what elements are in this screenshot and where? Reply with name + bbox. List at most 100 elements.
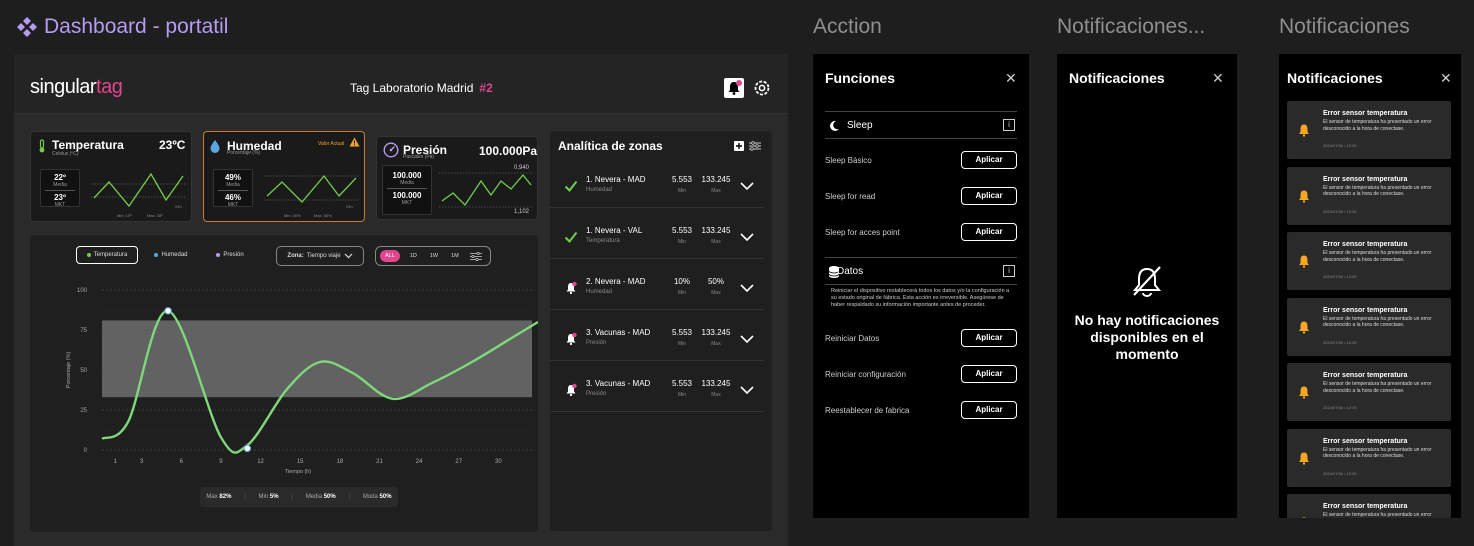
temperature-stats-box: 22º Media 23º MKT [40,169,80,208]
range-1w-button[interactable]: 1W [430,253,438,259]
notifications-list-panel: Notificaciones ✕ Error sensor temperatur… [1279,54,1461,518]
temperature-value: 23ºC [159,138,186,152]
notification-date: 2024/07/06 • 12:00 [1323,339,1357,345]
chevron-down-icon[interactable] [740,181,754,191]
zone-name: 3. Vacunas - MAD [586,379,651,388]
y-tick-label: 75 [80,328,87,334]
function-row: Reiniciar configuración Aplicar [825,365,1017,385]
notification-item[interactable]: Error sensor temperatura El sensor de tem… [1287,363,1451,421]
zone-row[interactable]: 1. Nevera - VAL Temperatura 5.553 Min 133.24… [550,208,764,259]
gauge-icon [383,142,399,158]
close-icon[interactable]: ✕ [1005,70,1017,87]
dashboard-frame: singulartag Tag Laboratorio Madrid #2 Tem… [14,54,788,546]
temperature-unit: Celsius (ºC) [52,151,79,157]
notification-item[interactable]: Error sensor temperatura El sensor de tem… [1287,166,1451,225]
chevron-down-icon[interactable] [740,283,754,293]
humidity-min-label: Min: 40% [284,213,301,218]
zone-row[interactable]: 1. Nevera - MAD Humedad 5.553 Min 133.245 Max [550,157,764,208]
gear-icon[interactable] [752,78,772,98]
zone-max-label: Max [711,239,721,245]
chevron-down-icon[interactable] [740,385,754,395]
notification-item[interactable]: Error sensor temperatura El sensor de tem… [1287,101,1451,159]
bell-icon [1302,517,1306,518]
pressure-stats-box: 100.000 Media 100.000 MKT [382,165,432,215]
top-bar: singulartag Tag Laboratorio Madrid #2 [14,54,788,114]
notification-item[interactable]: Error sensor temperatura El sensor de tem… [1287,428,1451,487]
zone-name: 1. Nevera - VAL [586,226,643,235]
notification-date: 2024/07/06 • 12:00 [1323,208,1357,214]
component-icon [17,17,37,37]
water-drop-icon [210,140,220,153]
info-icon[interactable]: i [1003,265,1015,277]
add-icon[interactable] [734,141,744,151]
x-tick-label: 12 [257,459,264,465]
notification-body: El sensor de temperatura ha presentado u… [1323,315,1432,329]
apply-button[interactable]: Aplicar [961,401,1017,419]
x-tick-label: 21 [376,459,383,465]
range-1d-button[interactable]: 1D [410,253,417,259]
notification-date: 2024/07/06 • 12:00 [1323,274,1357,279]
stat-max: Max 82% [206,494,232,500]
notification-title: Error sensor temperatura [1323,306,1408,314]
notification-item[interactable]: Error sensor temperatura El sensor de tem… [1287,232,1451,290]
close-icon[interactable]: ✕ [1440,70,1452,87]
notification-item[interactable]: Error sensor temperatura El sensor de tem… [1287,297,1451,356]
zone-max-value: 133.245 [701,226,731,235]
legend-temperature[interactable]: Temperatura [76,246,138,264]
filter-sliders-icon[interactable] [749,141,761,151]
x-tick-label: 9 [219,459,223,465]
range-selector: ALL 1D 1W 1M [375,246,491,266]
bell-icon [1299,190,1309,203]
legend-humidity[interactable]: Humedad [148,246,194,264]
range-1m-button[interactable]: 1M [451,253,459,259]
notification-body: El sensor de temperatura ha presentado u… [1323,250,1432,263]
chevron-down-icon[interactable] [740,232,754,242]
info-icon[interactable]: i [1003,119,1015,131]
zone-row[interactable]: 3. Vacunas - MAD Presión 5.553 Min 133.245 Ma… [550,310,764,361]
bell-icon [1299,452,1309,465]
apply-button[interactable]: Aplicar [961,329,1017,347]
zone-row[interactable]: 2. Nevera - MAD Humedad 10% Min 50% Max [550,259,764,310]
notification-body: El sensor de temperatura ha presentado u… [1323,119,1432,132]
tag-name: Tag Laboratorio Madrid #2 [350,81,493,95]
humidity-warning-label: Valor Actual [318,141,345,147]
apply-button[interactable]: Aplicar [961,223,1017,241]
x-tick-label: 3 [140,459,144,465]
zone-dropdown[interactable]: Zona: Tiempo viaje [276,246,364,266]
pressure-card[interactable]: Presión Pascales (Pa) 100.000Pa 100.000 … [376,136,538,220]
x-axis-label: Tiempo (h) [285,469,312,475]
notification-bell-icon[interactable] [724,78,744,98]
notification-date: 2024/07/06 • 12:00 [1323,470,1357,476]
function-row: Sleep for read Aplicar [825,187,1017,207]
legend-pressure[interactable]: Presión [210,246,250,264]
temperature-title: Temperatura [52,138,124,152]
moon-icon [830,120,839,131]
notification-title: Error sensor temperatura [1323,372,1408,379]
zone-name: 3. Vacunas - MAD [586,328,651,337]
notification-title: Error sensor temperatura [1323,110,1408,117]
y-tick-label: 0 [84,448,88,454]
apply-button[interactable]: Aplicar [961,365,1017,383]
bell-icon [1299,386,1309,399]
humidity-card[interactable]: Humedad Porcentaje (%) Valor Actual 49% … [203,131,365,222]
data-section-header: Datos i [825,257,1017,285]
x-tick-label: 30 [495,459,502,465]
close-icon[interactable]: ✕ [1212,70,1224,87]
notification-item[interactable]: Error sensor temperatura El sensor de tem… [1287,494,1451,518]
actions-frame-title: Acction [813,15,882,38]
dashboard-frame-title: Dashboard - portatil [16,15,228,39]
range-all-button[interactable]: ALL [380,250,400,262]
data-point-marker [243,444,252,453]
function-label: Sleep for acces point [825,228,900,237]
filter-sliders-icon[interactable] [469,251,482,261]
notifications-empty-title: Notificaciones [1069,70,1165,86]
chevron-down-icon[interactable] [740,334,754,344]
functions-title: Funciones [825,70,896,86]
zone-row[interactable]: 3. Vacunas - MAD Presión 5.553 Min 133.245 Ma… [550,361,764,412]
pressure-unit: Pascales (Pa) [403,154,435,160]
temperature-card[interactable]: Temperatura Celsius (ºC) 23ºC 22º Media … [30,131,192,222]
notification-title: Error sensor temperatura [1323,175,1408,183]
apply-button[interactable]: Aplicar [961,187,1017,205]
apply-button[interactable]: Aplicar [961,151,1017,169]
zone-metric: Humedad [586,187,613,193]
